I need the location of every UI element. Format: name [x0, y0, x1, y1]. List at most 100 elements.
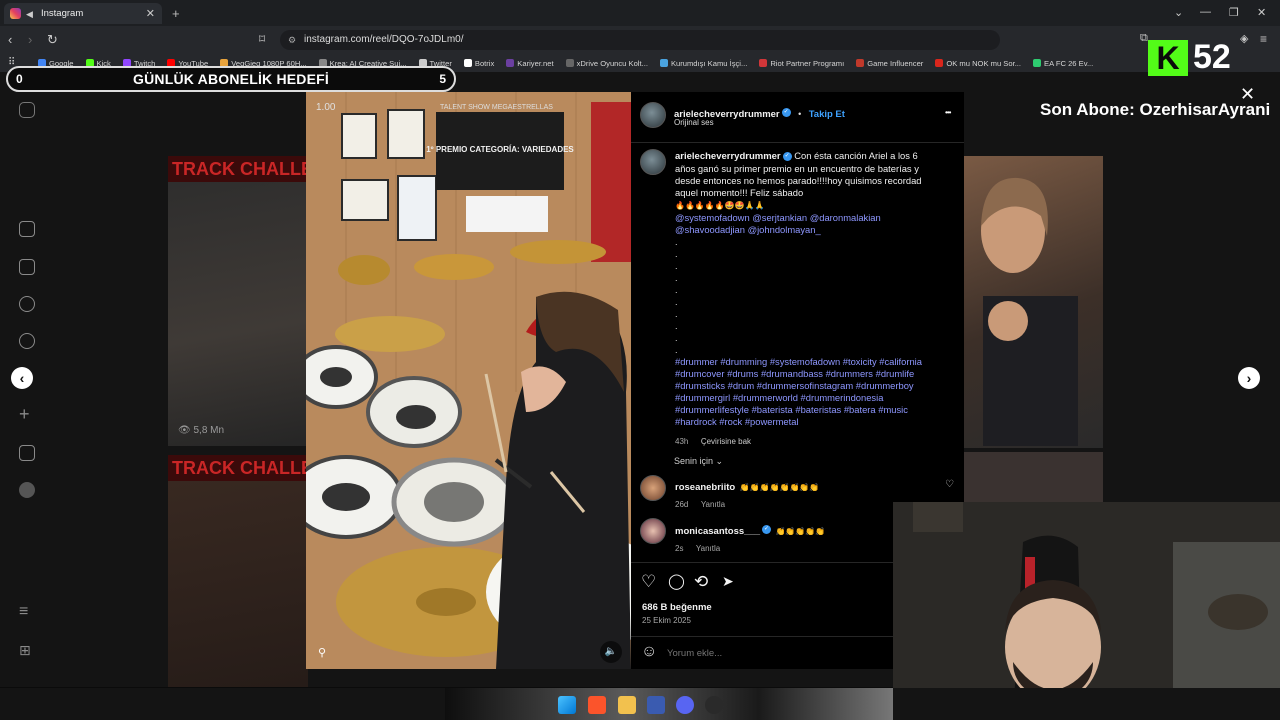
- next-reel-button[interactable]: ›: [1238, 367, 1260, 389]
- caption-emojis: 🔥🔥🔥🔥🔥🤩🤩🙏🙏: [675, 201, 765, 210]
- follow-button[interactable]: Takip Et: [809, 109, 845, 120]
- dashboard-icon[interactable]: [19, 445, 35, 461]
- caption-username[interactable]: arielecheverrydrummer: [675, 151, 781, 162]
- back-icon[interactable]: ‹: [8, 32, 12, 47]
- more-menu-icon[interactable]: ≡: [19, 603, 28, 621]
- background-thumbnail-1[interactable]: [168, 156, 308, 446]
- more-options-icon[interactable]: •••: [945, 108, 951, 117]
- new-tab-icon[interactable]: +: [172, 6, 180, 21]
- address-bar[interactable]: ⚙ instagram.com/reel/DQO-7oJDLm0/: [280, 30, 1000, 50]
- comment-1-avatar[interactable]: [640, 475, 666, 501]
- likes-count[interactable]: 686 B beğenme: [642, 602, 712, 613]
- video-banner-text: TALENT SHOW MEGAESTRELLAS: [440, 104, 553, 111]
- next-reel-thumbnail[interactable]: [963, 156, 1103, 448]
- reels-icon[interactable]: [19, 259, 35, 275]
- comment-2-avatar[interactable]: [640, 518, 666, 544]
- windows-start-icon[interactable]: [558, 696, 576, 714]
- comment-filter-dropdown[interactable]: Senin için ⌄: [674, 456, 723, 467]
- taskbar-background-strip: [445, 688, 893, 720]
- bookmark-item[interactable]: Kariyer.net: [506, 59, 554, 68]
- background-thumbnail-2[interactable]: [168, 455, 308, 687]
- drummer-video-frame: 1º PREMIO CATEGORÍA: VARIEDADES: [306, 92, 631, 669]
- bookmark-item[interactable]: Botrix: [463, 58, 495, 68]
- app-taskbar-icon[interactable]: [647, 696, 665, 714]
- comment-1-like-icon[interactable]: ♡: [945, 479, 954, 490]
- caption-hashtags[interactable]: #drummer #drumming #systemofadown #toxic…: [675, 356, 922, 427]
- comment-input[interactable]: [667, 644, 867, 662]
- bookmark-item[interactable]: OK mu NOK mu Sor...: [935, 59, 1021, 68]
- file-explorer-icon[interactable]: [618, 696, 636, 714]
- repost-icon[interactable]: ⟲: [694, 572, 708, 592]
- caption-verified-icon: ✓: [782, 152, 792, 162]
- obs-icon[interactable]: [705, 696, 723, 714]
- divider: [631, 562, 893, 563]
- extensions-icon[interactable]: ⧉: [1140, 32, 1148, 45]
- url-text: instagram.com/reel/DQO-7oJDLm0/: [304, 34, 464, 45]
- like-icon[interactable]: ♡: [641, 572, 656, 592]
- comment-icon[interactable]: ◯: [668, 572, 685, 590]
- caption-author-avatar[interactable]: [640, 149, 666, 175]
- close-modal-icon[interactable]: ✕: [1240, 84, 1255, 105]
- bookmark-item[interactable]: xDrive Oyuncu Kolt...: [565, 59, 648, 68]
- discord-icon[interactable]: [676, 696, 694, 714]
- forward-icon[interactable]: ›: [28, 32, 32, 47]
- caption-mentions[interactable]: @systemofadown @serjtankian @daronmalaki…: [675, 212, 881, 235]
- comment-1-meta: 26d Yanıtla: [675, 494, 725, 512]
- bookmark-item[interactable]: Game Influencer: [856, 59, 923, 68]
- bookmark-favicon-icon: [856, 59, 865, 67]
- divider: [631, 142, 964, 143]
- bookmark-label: Kurumdışı Kamu İşçi...: [670, 58, 748, 68]
- maximize-icon[interactable]: ❐: [1229, 6, 1239, 19]
- home-icon[interactable]: [19, 221, 35, 237]
- create-icon[interactable]: +: [19, 404, 30, 425]
- menu-icon[interactable]: ≡: [1260, 32, 1267, 46]
- audio-playing-icon[interactable]: ◀: [26, 9, 36, 19]
- windows-taskbar: [0, 688, 1280, 720]
- emoji-icon[interactable]: ☺: [641, 643, 657, 661]
- add-comment-bar: ☺: [631, 636, 893, 669]
- bookmark-icon[interactable]: ⌑: [259, 32, 265, 46]
- reload-icon[interactable]: ↻: [47, 32, 58, 48]
- last-subscriber-label: Son Abone: OzerhisarAyrani: [1040, 100, 1271, 119]
- mute-button[interactable]: 🔈: [600, 641, 622, 663]
- bookmark-item[interactable]: Kurumdışı Kamu İşçi...: [659, 58, 748, 68]
- thumbnail-views: 👁 5,8 Mn: [178, 425, 225, 436]
- tab-close-icon[interactable]: ✕: [146, 7, 155, 20]
- minimize-icon[interactable]: —: [1200, 6, 1211, 18]
- bookmark-item[interactable]: EA FC 26 Ev...: [1033, 59, 1093, 68]
- brave-taskbar-icon[interactable]: [588, 696, 606, 714]
- tab-title: Instagram: [41, 8, 84, 19]
- messages-icon[interactable]: [19, 296, 35, 312]
- tab-instagram[interactable]: ◀ Instagram ✕: [4, 3, 162, 24]
- comment-2-age: 2s: [675, 544, 684, 553]
- next-reel-thumbnail-2[interactable]: [963, 452, 1103, 502]
- comment-2-reply[interactable]: Yanıtla: [696, 544, 720, 553]
- bookmark-item[interactable]: Riot Partner Programı: [759, 59, 844, 68]
- instagram-logo-icon[interactable]: [19, 102, 35, 118]
- caption-dots: ..........: [675, 237, 678, 355]
- post-date: 25 Ekim 2025: [642, 616, 691, 625]
- audio-label[interactable]: Orijinal ses: [674, 118, 714, 127]
- reel-video[interactable]: 1º PREMIO CATEGORÍA: VARIEDADES: [306, 92, 631, 669]
- separator-dot: •: [798, 109, 802, 119]
- author-avatar[interactable]: [640, 102, 666, 128]
- thumbnail-title-2: TRACK CHALLE: [168, 455, 308, 481]
- bookmark-label: Botrix: [474, 58, 495, 68]
- bookmark-label: Game Influencer: [867, 58, 924, 68]
- previous-reel-button[interactable]: ‹: [11, 367, 33, 389]
- site-info-icon[interactable]: ⚙: [288, 30, 296, 50]
- comment-1: roseanebriito 👏👏👏👏👏👏👏👏: [675, 477, 819, 495]
- tab-list-chevron-icon[interactable]: ⌄: [1174, 6, 1183, 19]
- tagged-user-icon[interactable]: ⚲: [318, 646, 326, 659]
- comment-2-meta: 2s Yanıtla: [675, 538, 720, 556]
- window-close-icon[interactable]: ✕: [1257, 6, 1266, 19]
- comment-1-reply[interactable]: Yanıtla: [701, 500, 725, 509]
- comment-2-username[interactable]: monicasantoss___: [675, 526, 760, 537]
- also-from-meta-icon[interactable]: ⊞: [19, 642, 31, 659]
- search-icon[interactable]: [19, 333, 35, 349]
- vpn-icon[interactable]: ◈: [1240, 32, 1248, 45]
- profile-avatar[interactable]: [19, 482, 35, 498]
- translate-link[interactable]: Çevirisine bak: [701, 437, 751, 446]
- share-icon[interactable]: ➤: [722, 573, 734, 590]
- comment-1-username[interactable]: roseanebriito: [675, 482, 735, 493]
